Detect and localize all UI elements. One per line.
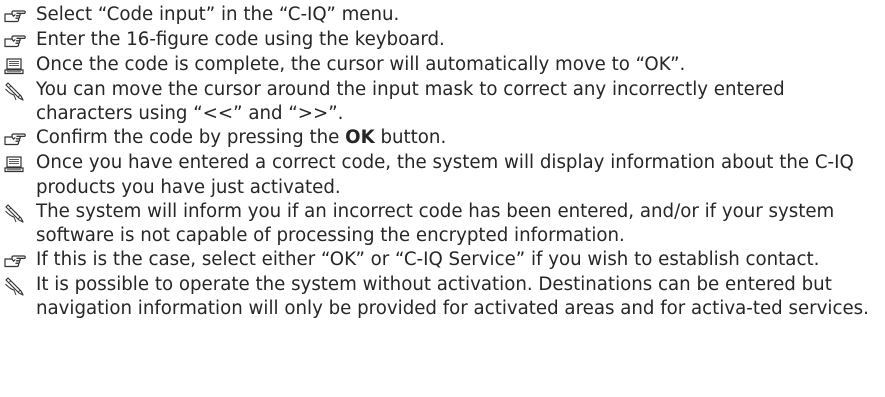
text-run: Select “Code input” in the “C-IQ” menu. [36,4,400,25]
instruction-text: Confirm the code by pressing the OK butt… [36,126,885,150]
pencil-note-icon [0,79,36,103]
list-item: The system will inform you if an incorre… [0,200,885,248]
text-run: Once the code is complete, the cursor wi… [36,54,686,75]
text-run: You can move the cursor around the input… [36,79,785,125]
instruction-text: It is possible to operate the system wit… [36,273,885,321]
laptop-icon [0,152,36,176]
text-run: Enter the 16-figure code using the keybo… [36,29,445,50]
pointing-hand-icon [0,4,36,28]
list-item: You can move the cursor around the input… [0,78,885,126]
pencil-note-icon [0,274,36,298]
ok-button-label: OK [345,127,375,149]
text-run: If this is the case, select either “OK” … [36,249,820,271]
pencil-note-icon [0,201,36,225]
text-run: The system will inform you if an incorre… [36,200,835,247]
pointing-hand-icon [0,249,36,273]
list-item: Confirm the code by pressing the OK butt… [0,126,885,151]
instruction-text: You can move the cursor around the input… [36,78,885,126]
text-run: button. [374,127,447,149]
instruction-text: Select “Code input” in the “C-IQ” menu. [36,3,885,27]
list-item: Enter the 16-figure code using the keybo… [0,28,885,53]
list-item: Select “Code input” in the “C-IQ” menu. [0,3,885,28]
instruction-text: Once you have entered a correct code, th… [36,151,885,199]
list-item: If this is the case, select either “OK” … [0,248,885,273]
pointing-hand-icon [0,127,36,151]
instruction-page: Select “Code input” in the “C-IQ” menu. … [0,0,885,397]
list-item: Once the code is complete, the cursor wi… [0,53,885,78]
list-item: Once you have entered a correct code, th… [0,151,885,199]
text-run: It is possible to operate the system wit… [36,274,869,320]
instruction-text: The system will inform you if an incorre… [36,200,885,248]
instruction-text: If this is the case, select either “OK” … [36,248,885,272]
instruction-text: Once the code is complete, the cursor wi… [36,53,885,77]
list-item: It is possible to operate the system wit… [0,273,885,321]
text-run: Once you have entered a correct code, th… [36,152,854,198]
text-run: Confirm the code by pressing the [36,127,346,149]
instruction-text: Enter the 16-figure code using the keybo… [36,28,885,52]
pointing-hand-icon [0,29,36,53]
laptop-icon [0,54,36,78]
